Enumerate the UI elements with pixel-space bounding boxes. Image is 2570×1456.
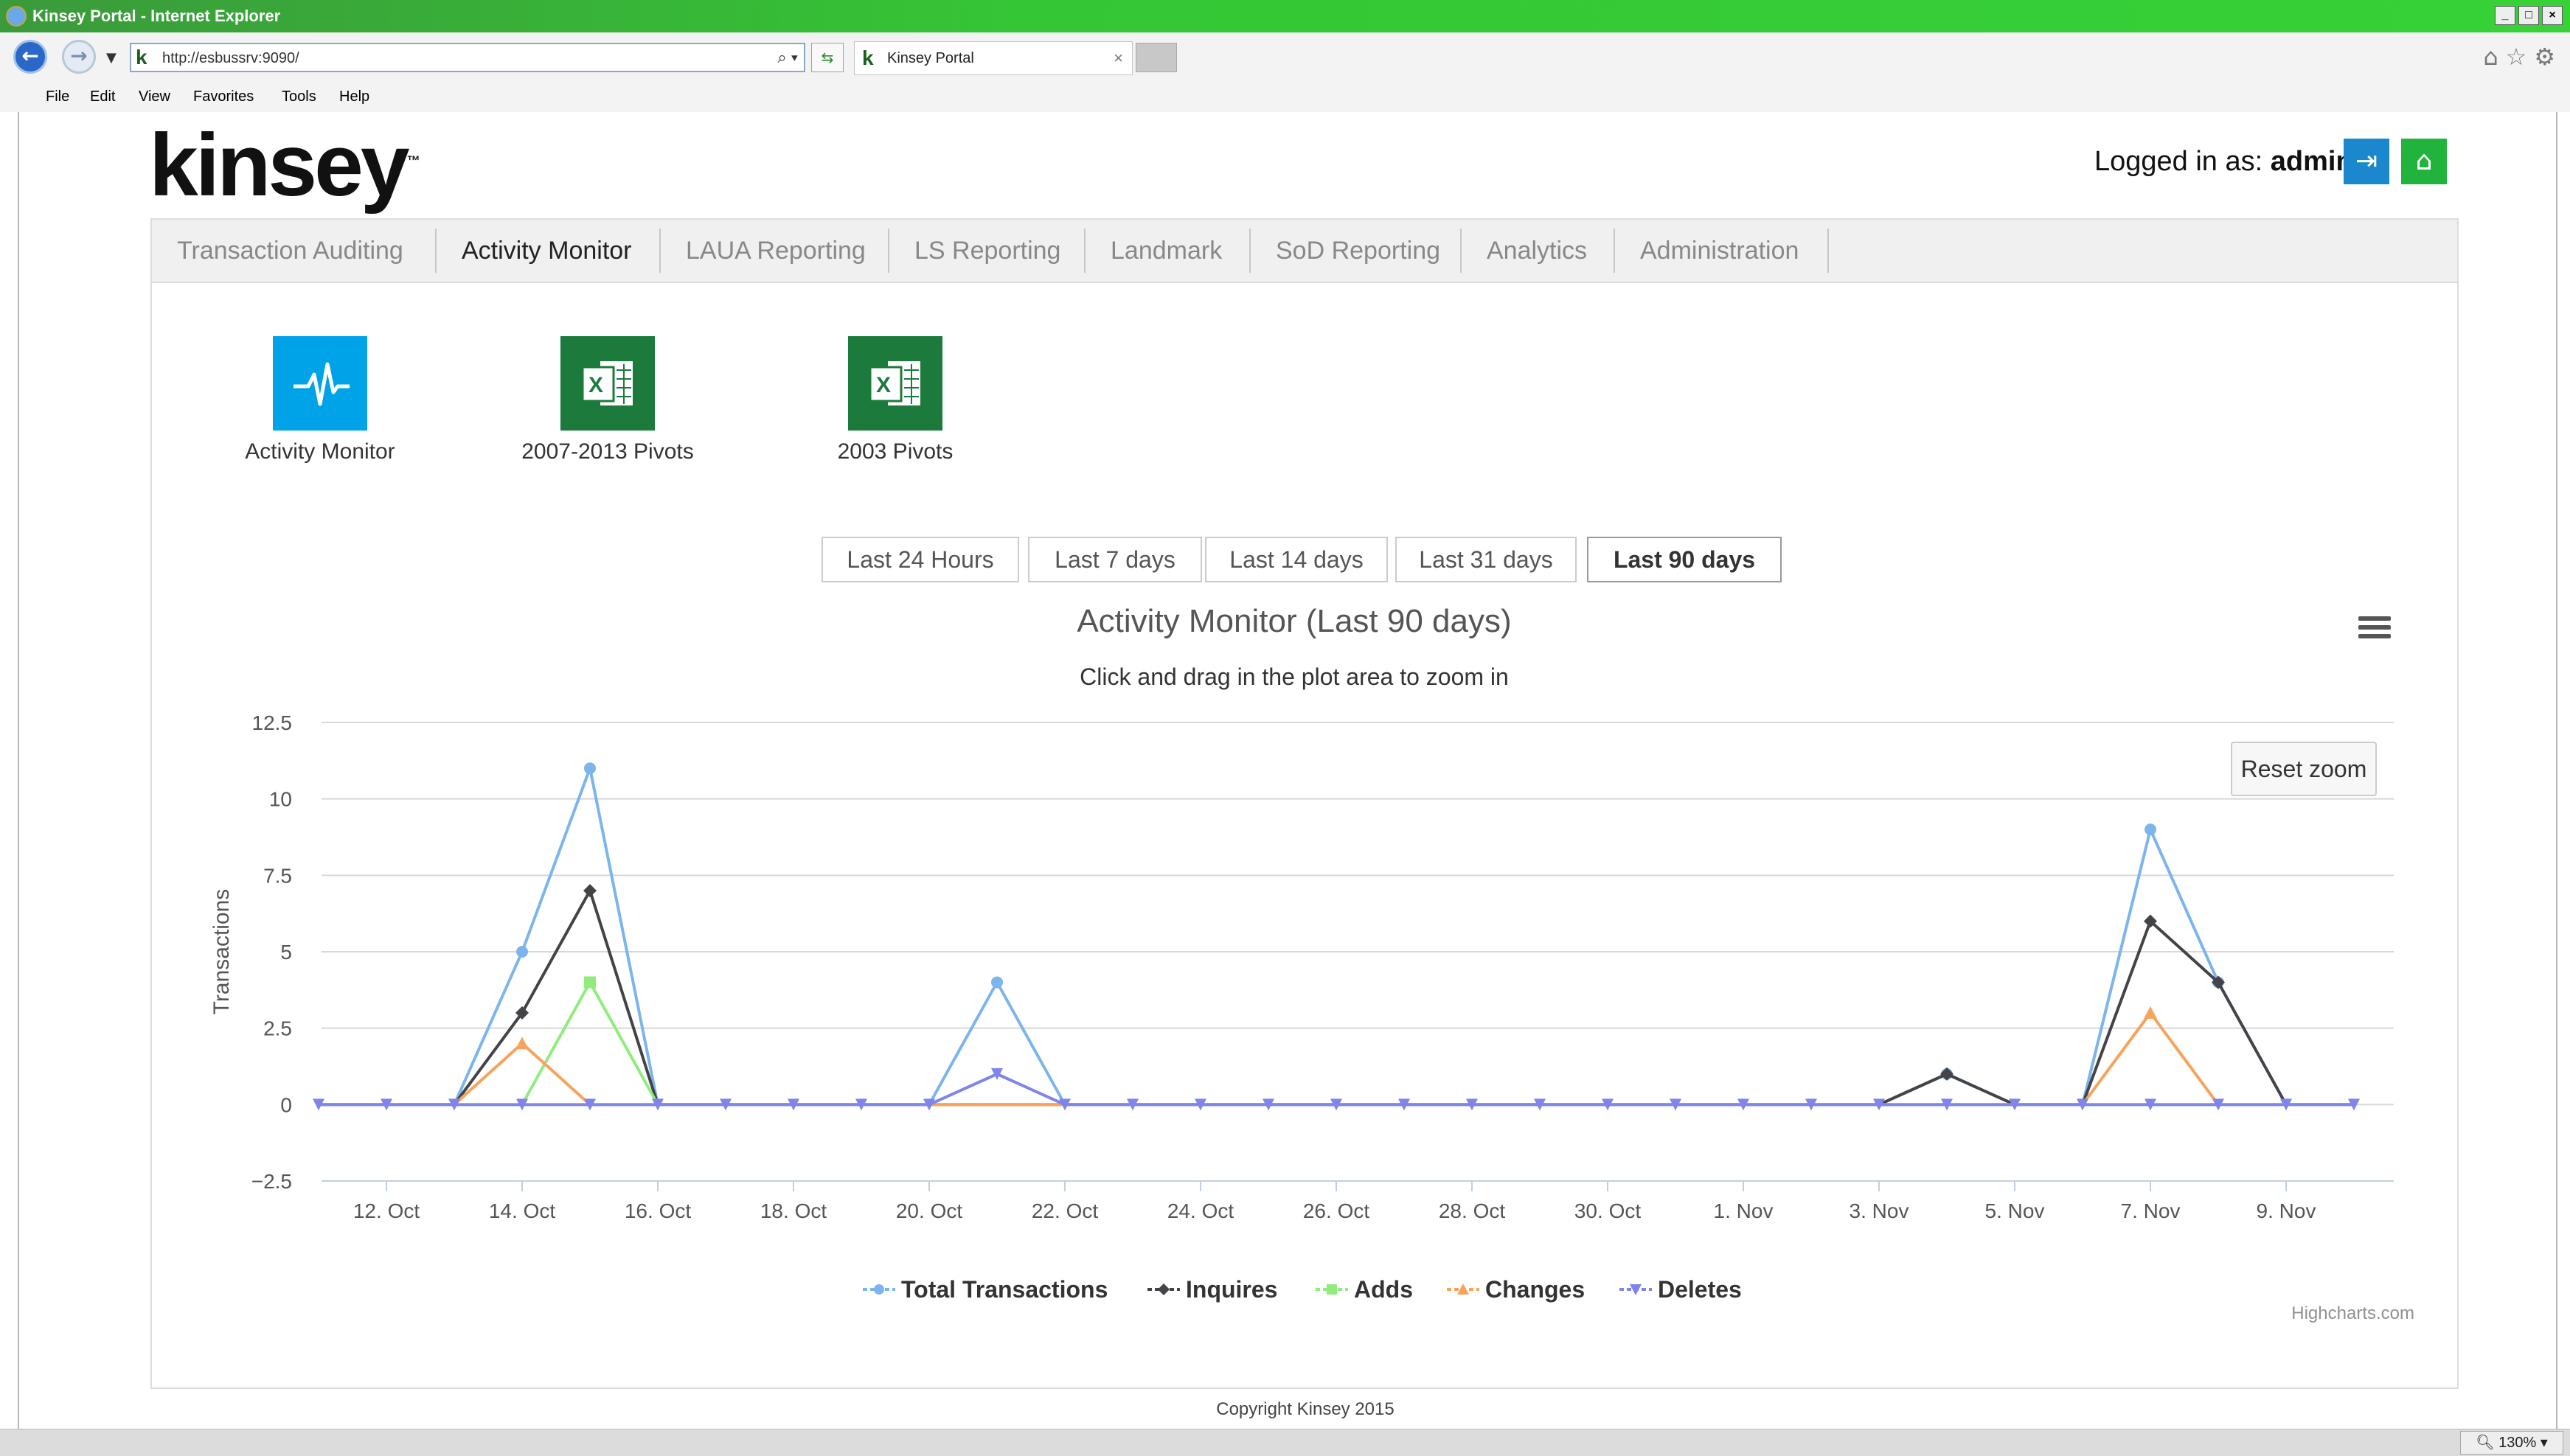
- legend-label: Adds: [1354, 1276, 1413, 1303]
- ie-logo-icon: [6, 6, 27, 27]
- address-toolbar: ← → ▼ k http://esbussrv:9090/ ⌕ ▾ ⇆ k Ki…: [0, 32, 2570, 82]
- chart-subtitle: Click and drag in the plot area to zoom …: [1080, 663, 1509, 690]
- menu-view[interactable]: View: [139, 81, 170, 112]
- tab-activity-monitor[interactable]: Activity Monitor: [437, 229, 661, 273]
- menu-file[interactable]: File: [46, 81, 69, 112]
- compatibility-view-icon[interactable]: ⇆: [811, 43, 844, 72]
- tab-administration[interactable]: Administration: [1615, 229, 1829, 273]
- page-right-border: [2556, 112, 2557, 1429]
- legend-marker-triangle-down-icon: [1619, 1284, 1652, 1295]
- range-90-days-button[interactable]: Last 90 days: [1587, 537, 1782, 582]
- url-text: http://esbussrv:9090/: [162, 50, 299, 66]
- excel-icon: X: [581, 361, 633, 405]
- nav-tabs: Transaction Auditing Activity Monitor LA…: [152, 220, 2457, 283]
- menu-bar: File Edit View Favorites Tools Help: [0, 81, 2570, 113]
- site-favicon-icon: k: [136, 46, 147, 69]
- browser-tab[interactable]: k Kinsey Portal ×: [854, 41, 1133, 75]
- legend-label: Changes: [1485, 1276, 1586, 1303]
- window-title: Kinsey Portal - Internet Explorer: [32, 7, 281, 25]
- back-button[interactable]: ←: [13, 40, 47, 74]
- copyright-footer: Copyright Kinsey 2015: [1216, 1399, 1395, 1419]
- minimize-button[interactable]: _: [2495, 6, 2515, 25]
- chart-title: Activity Monitor (Last 90 days): [1077, 603, 1512, 639]
- chart-menu-icon[interactable]: [2358, 616, 2391, 643]
- tab-transaction-auditing[interactable]: Transaction Auditing: [152, 229, 437, 273]
- range-31-days-button[interactable]: Last 31 days: [1395, 537, 1577, 582]
- maximize-button[interactable]: □: [2518, 6, 2539, 25]
- menu-tools[interactable]: Tools: [282, 81, 316, 112]
- reset-zoom-button[interactable]: Reset zoom: [2231, 742, 2377, 796]
- logged-in-label: Logged in as:: [2094, 146, 2263, 177]
- svg-text:X: X: [876, 373, 891, 397]
- username: admin: [2270, 146, 2353, 177]
- range-7-days-button[interactable]: Last 7 days: [1028, 537, 1202, 582]
- zoom-level-control[interactable]: 🔍︎ 130% ▾: [2460, 1431, 2563, 1455]
- legend-label: Inquires: [1186, 1276, 1278, 1303]
- pivots-2003-tile[interactable]: X: [848, 336, 942, 431]
- activity-monitor-tile[interactable]: [273, 336, 367, 431]
- tile-label-pivots-2003[interactable]: 2003 Pivots: [763, 439, 1028, 464]
- highcharts-credits[interactable]: Highcharts.com: [2257, 1303, 2414, 1324]
- pulse-icon: [294, 362, 350, 406]
- logo-text: kinsey: [149, 116, 410, 215]
- legend-marker-diamond-icon: [1147, 1283, 1180, 1295]
- close-tab-icon[interactable]: ×: [1114, 42, 1123, 74]
- search-dropdown-icon[interactable]: ⌕ ▾: [777, 44, 798, 71]
- forward-button[interactable]: →: [62, 40, 96, 74]
- login-status: Logged in as: admin: [2094, 146, 2353, 178]
- menu-help[interactable]: Help: [339, 81, 369, 112]
- zoom-icon: 🔍︎: [2476, 1435, 2499, 1451]
- page-left-border: [18, 112, 19, 1429]
- tile-label-activity-monitor[interactable]: Activity Monitor: [187, 439, 453, 464]
- range-14-days-button[interactable]: Last 14 days: [1205, 537, 1388, 582]
- tab-laua-reporting[interactable]: LAUA Reporting: [661, 229, 889, 273]
- tile-label-pivots-2007[interactable]: 2007-2013 Pivots: [475, 439, 740, 464]
- status-bar: 🔍︎ 130% ▾: [0, 1429, 2570, 1456]
- logout-button[interactable]: ⇥: [2344, 139, 2389, 184]
- new-tab-button[interactable]: [1136, 43, 1177, 72]
- main-panel: [150, 218, 2459, 1389]
- tab-analytics[interactable]: Analytics: [1462, 229, 1615, 273]
- tab-favicon-icon: k: [862, 46, 874, 69]
- zoom-level: 130%: [2498, 1435, 2537, 1451]
- legend-marker-triangle-icon: [1447, 1283, 1479, 1295]
- excel-icon: X: [869, 361, 920, 405]
- window-titlebar: Kinsey Portal - Internet Explorer _ □ ×: [0, 0, 2570, 32]
- pivots-2007-2013-tile[interactable]: X: [560, 336, 655, 431]
- legend-label: Deletes: [1658, 1276, 1742, 1303]
- svg-text:X: X: [588, 373, 603, 397]
- logout-icon: ⇥: [2355, 146, 2378, 176]
- legend-marker-circle-icon: [863, 1284, 895, 1295]
- tab-landmark[interactable]: Landmark: [1086, 229, 1251, 273]
- home-icon: ⌂: [2415, 146, 2433, 176]
- tab-title: Kinsey Portal: [887, 50, 974, 66]
- home-button[interactable]: ⌂: [2401, 139, 2447, 184]
- browser-tools-icons[interactable]: ⌂☆⚙: [2483, 43, 2563, 71]
- range-24-hours-button[interactable]: Last 24 Hours: [822, 537, 1019, 582]
- menu-favorites[interactable]: Favorites: [193, 81, 254, 112]
- address-bar[interactable]: k http://esbussrv:9090/ ⌕ ▾: [130, 43, 805, 72]
- legend-marker-square-icon: [1316, 1284, 1348, 1295]
- kinsey-logo: kinsey™: [149, 116, 420, 215]
- menu-edit[interactable]: Edit: [90, 81, 115, 112]
- close-window-button[interactable]: ×: [2542, 6, 2563, 25]
- tab-ls-reporting[interactable]: LS Reporting: [889, 229, 1086, 273]
- legend-label: Total Transactions: [901, 1276, 1108, 1303]
- tab-sod-reporting[interactable]: SoD Reporting: [1251, 229, 1462, 273]
- history-dropdown-icon[interactable]: ▼: [106, 50, 117, 66]
